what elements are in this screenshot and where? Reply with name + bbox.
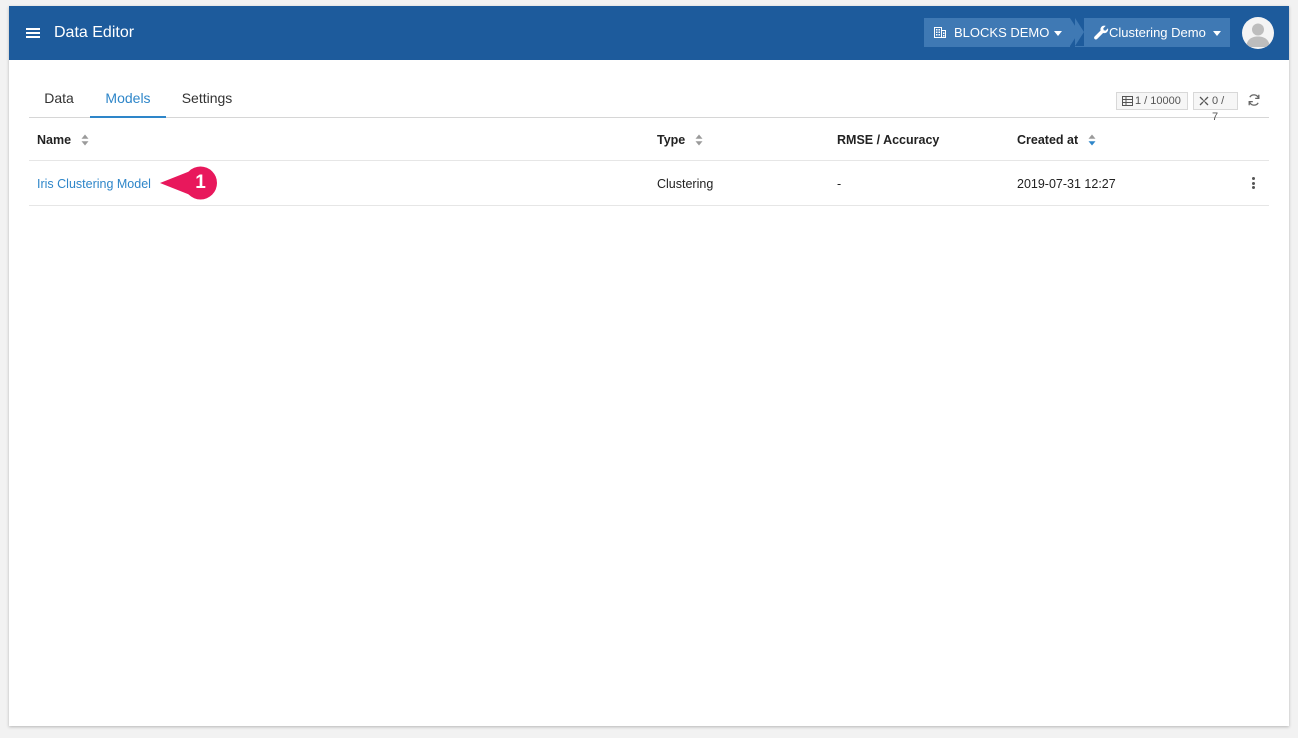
chevron-down-icon [1054, 31, 1062, 36]
tab-models[interactable]: Models [90, 78, 166, 118]
callout-number: 1 [195, 172, 206, 193]
organization-name: BLOCKS DEMO [954, 25, 1050, 40]
column-count-badge: 0 / 7 [1193, 92, 1238, 123]
column-header-created-at[interactable]: Created at [1017, 132, 1096, 148]
project-name: Clustering Demo [1109, 25, 1206, 40]
model-metric: - [837, 177, 842, 191]
refresh-icon[interactable] [1247, 93, 1261, 107]
sort-icon [81, 134, 89, 146]
organization-selector[interactable]: BLOCKS DEMO [924, 18, 1079, 47]
model-created-at: 2019-07-31 12:27 [1017, 177, 1116, 191]
model-name-link[interactable]: Iris Clustering Model [37, 176, 151, 192]
columns-icon [1199, 96, 1209, 106]
column-header-rmse-accuracy: RMSE / Accuracy [837, 133, 940, 147]
wrench-icon [1094, 25, 1109, 40]
app-header: Data Editor BLOCKS DEMO Clustering Demo [9, 6, 1289, 60]
app-title: Data Editor [54, 24, 135, 41]
tab-data[interactable]: Data [29, 78, 89, 118]
sort-desc-icon [1088, 134, 1096, 146]
tab-settings[interactable]: Settings [169, 78, 245, 118]
project-selector[interactable]: Clustering Demo [1075, 18, 1230, 47]
app-window: Data Editor BLOCKS DEMO Clustering Demo … [9, 6, 1289, 726]
column-header-type[interactable]: Type [657, 132, 703, 148]
step-callout: 1 [159, 159, 217, 207]
menu-icon[interactable] [25, 25, 41, 41]
row-count-badge: 1 / 10000 [1116, 92, 1188, 110]
tab-bar: Data Models Settings 1 / 10000 0 / 7 [29, 78, 1269, 123]
table-header: Name Type RMSE / Accuracy Created at [29, 118, 1269, 161]
building-icon [934, 27, 946, 38]
user-avatar-icon[interactable] [1242, 17, 1274, 49]
chevron-down-icon [1213, 31, 1221, 36]
column-header-name[interactable]: Name [37, 132, 89, 148]
model-type: Clustering [657, 177, 714, 191]
row-count: 1 / 10000 [1135, 95, 1181, 107]
sort-icon [695, 134, 703, 146]
table-icon [1122, 96, 1133, 106]
more-options-icon[interactable] [1251, 176, 1255, 190]
